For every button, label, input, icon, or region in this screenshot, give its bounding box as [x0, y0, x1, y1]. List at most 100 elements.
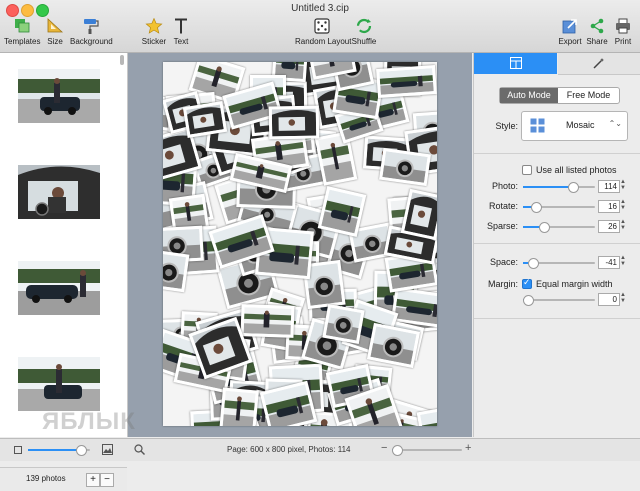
- space-slider-knob[interactable]: [528, 258, 539, 269]
- background-label: Background: [70, 37, 113, 46]
- photo-list-scrollbar[interactable]: [120, 55, 124, 65]
- rotate-slider[interactable]: [523, 206, 595, 208]
- export-button[interactable]: Export: [557, 18, 583, 46]
- text-icon: [172, 18, 190, 34]
- share-icon: [588, 18, 606, 34]
- zoom-slider[interactable]: [392, 449, 462, 451]
- style-value: Mosaic: [566, 120, 595, 130]
- free-mode-button[interactable]: Free Mode: [558, 88, 619, 103]
- templates-label: Templates: [4, 37, 40, 46]
- shuffle-label: Shuffle: [352, 37, 377, 46]
- chevron-updown-icon: ⌃⌄: [609, 119, 622, 128]
- thumbnail-size-knob[interactable]: [76, 445, 87, 456]
- photo-list-footer: 139 photos + −: [0, 467, 127, 491]
- small-image-icon: [14, 446, 22, 454]
- zoom-icon[interactable]: [134, 444, 145, 455]
- divider: [474, 153, 640, 154]
- magic-wand-icon: [593, 57, 605, 69]
- random-layout-button[interactable]: Random Layout: [295, 18, 349, 46]
- collage-photo[interactable]: [240, 304, 294, 338]
- photo-label: Photo:: [474, 181, 518, 191]
- remove-photo-button[interactable]: −: [100, 473, 114, 487]
- app-window: Untitled 3.cip Templates Size Background…: [0, 0, 640, 460]
- tab-layout[interactable]: [474, 53, 557, 74]
- share-button[interactable]: Share: [585, 18, 609, 46]
- star-icon: [145, 18, 163, 34]
- rotate-slider-knob[interactable]: [531, 202, 542, 213]
- photo-thumbnail[interactable]: [18, 69, 100, 123]
- collage-photo[interactable]: [269, 106, 320, 140]
- templates-button[interactable]: Templates: [4, 18, 40, 46]
- inspector-panel: Auto Mode Free Mode Style: Mosaic ⌃⌄ Use…: [473, 53, 640, 437]
- auto-mode-button[interactable]: Auto Mode: [500, 88, 558, 103]
- collage-photo[interactable]: [376, 65, 437, 98]
- watermark: ЯБЛЫК: [42, 408, 136, 436]
- zoom-out-icon[interactable]: −: [381, 442, 387, 454]
- space-slider[interactable]: [523, 262, 595, 264]
- rotate-stepper[interactable]: ▲▼: [620, 199, 626, 212]
- rotate-field[interactable]: 16: [598, 200, 620, 213]
- thumbnail-size-slider[interactable]: [28, 449, 90, 451]
- sticker-button[interactable]: Sticker: [141, 18, 167, 46]
- sparse-field[interactable]: 26: [598, 220, 620, 233]
- collage-photo[interactable]: [219, 388, 259, 426]
- toolbar: Untitled 3.cip Templates Size Background…: [0, 0, 640, 53]
- size-button[interactable]: Size: [44, 18, 66, 46]
- equal-margin-checkbox[interactable]: [522, 279, 532, 289]
- photo-thumbnail[interactable]: [18, 357, 100, 411]
- layout-icon: [510, 57, 522, 69]
- share-label: Share: [586, 37, 607, 46]
- photo-slider-knob[interactable]: [568, 182, 579, 193]
- space-field[interactable]: -41: [598, 256, 620, 269]
- margin-stepper[interactable]: ▲▼: [620, 292, 626, 305]
- zoom-slider-knob[interactable]: [392, 445, 403, 456]
- space-stepper[interactable]: ▲▼: [620, 255, 626, 268]
- photo-thumbnail[interactable]: [18, 261, 100, 315]
- status-bar: Page: 600 x 800 pixel, Photos: 114 − +: [0, 438, 640, 461]
- collage-photo[interactable]: [322, 304, 364, 344]
- use-all-photos-label: Use all listed photos: [536, 165, 617, 175]
- margin-slider[interactable]: [523, 299, 595, 301]
- zoom-in-icon[interactable]: +: [465, 442, 471, 454]
- export-label: Export: [558, 37, 581, 46]
- photo-list: 139 photos + −: [0, 53, 128, 437]
- shuffle-button[interactable]: Shuffle: [351, 18, 377, 46]
- page-info: Page: 600 x 800 pixel, Photos: 114: [227, 445, 351, 454]
- background-button[interactable]: Background: [70, 18, 110, 46]
- printer-icon: [614, 18, 632, 34]
- size-label: Size: [47, 37, 63, 46]
- collage-photo[interactable]: [183, 101, 227, 138]
- sparse-stepper[interactable]: ▲▼: [620, 219, 626, 232]
- margin-field[interactable]: 0: [598, 293, 620, 306]
- collage-photo[interactable]: [379, 148, 431, 186]
- print-label: Print: [615, 37, 631, 46]
- photo-stepper[interactable]: ▲▼: [620, 179, 626, 192]
- collage-page[interactable]: [163, 62, 437, 426]
- dice-icon: [313, 18, 331, 34]
- photo-count: 139 photos: [26, 474, 66, 483]
- random-layout-label: Random Layout: [295, 37, 351, 46]
- tab-effects[interactable]: [558, 53, 640, 75]
- rotate-label: Rotate:: [474, 201, 518, 211]
- sparse-slider-knob[interactable]: [539, 222, 550, 233]
- print-button[interactable]: Print: [612, 18, 634, 46]
- style-label: Style:: [474, 121, 518, 131]
- large-image-icon: [102, 444, 113, 455]
- sparse-label: Sparse:: [474, 221, 518, 231]
- text-label: Text: [174, 37, 189, 46]
- text-button[interactable]: Text: [170, 18, 192, 46]
- style-dropdown[interactable]: Mosaic ⌃⌄: [521, 111, 628, 141]
- margin-slider-knob[interactable]: [523, 295, 534, 306]
- photo-slider[interactable]: [523, 186, 595, 188]
- photo-count-field[interactable]: 114: [598, 180, 620, 193]
- window-title: Untitled 3.cip: [0, 3, 640, 14]
- sparse-slider[interactable]: [523, 226, 595, 228]
- use-all-photos-checkbox[interactable]: [522, 165, 532, 175]
- paint-roller-icon: [81, 18, 99, 34]
- divider: [474, 318, 640, 319]
- collage-photo[interactable]: [367, 323, 420, 368]
- photo-thumbnail[interactable]: [18, 165, 100, 219]
- shuffle-icon: [355, 18, 373, 34]
- add-photo-button[interactable]: +: [86, 473, 100, 487]
- collage-photo[interactable]: [163, 250, 189, 293]
